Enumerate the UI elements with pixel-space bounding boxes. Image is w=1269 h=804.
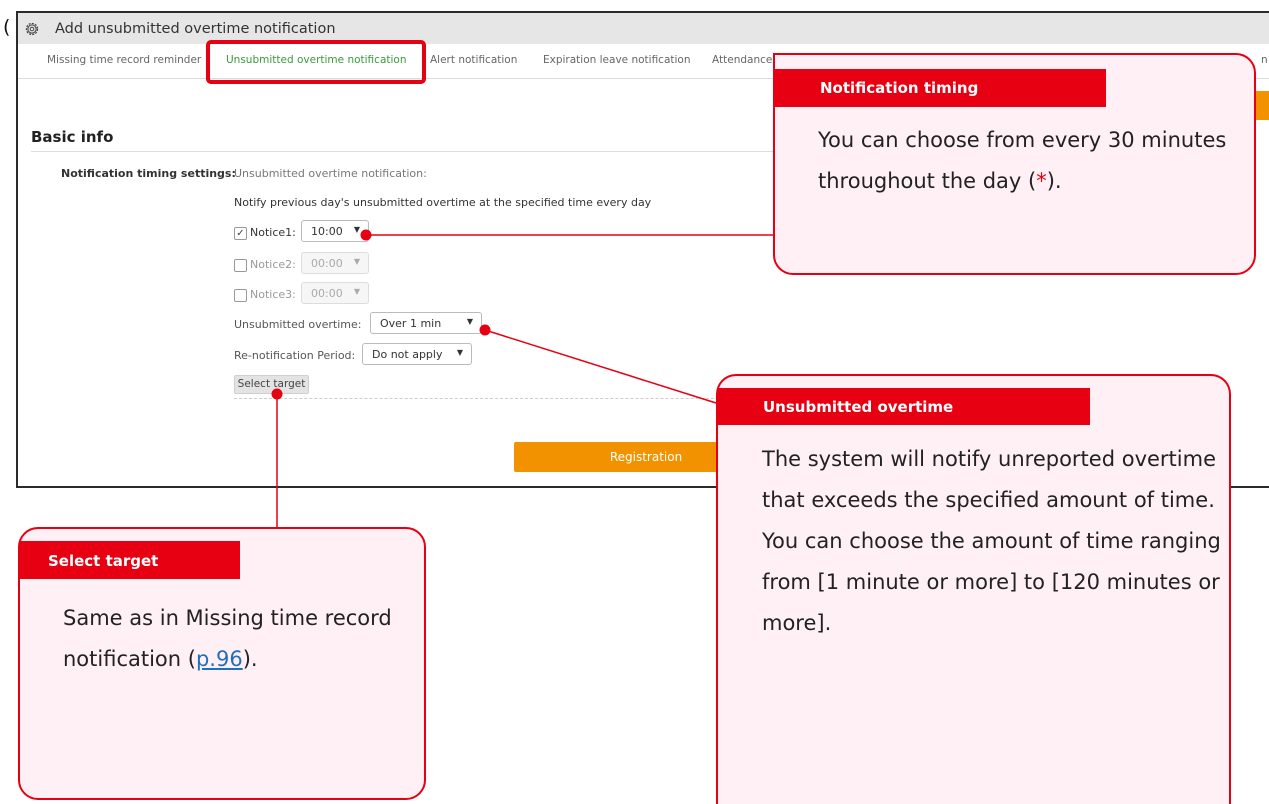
notice3-label: Notice3: — [250, 288, 296, 301]
overtime-threshold-value: Over 1 min — [380, 317, 442, 330]
notice3-time-select[interactable]: 00:00 ▼ — [301, 282, 369, 304]
notice1-checkbox[interactable]: ✓ — [234, 227, 247, 240]
notice2-checkbox[interactable] — [234, 259, 247, 272]
section-title: Basic info — [31, 128, 114, 146]
callout-title: Notification timing — [775, 69, 1106, 107]
callout-select-target: Select target Same as in Missing time re… — [18, 527, 426, 800]
timing-value: Unsubmitted overtime notification: — [234, 167, 427, 180]
notice2-time-select[interactable]: 00:00 ▼ — [301, 252, 369, 274]
gear-icon[interactable] — [23, 20, 41, 38]
tab-missing-time-record[interactable]: Missing time record reminder — [47, 54, 201, 66]
dashed-divider — [234, 398, 794, 399]
callout-text: Same as in Missing time record notificat… — [63, 606, 392, 671]
active-tab-highlight — [206, 40, 426, 84]
window-title: Add unsubmitted overtime notification — [55, 20, 336, 37]
notice1-label: Notice1: — [250, 226, 296, 239]
caret-down-icon: ▼ — [466, 317, 473, 326]
overtime-label: Unsubmitted overtime: — [234, 318, 362, 331]
notice1-time-value: 10:00 — [311, 225, 343, 238]
notice3-time-value: 00:00 — [311, 287, 343, 300]
renotify-label: Re-notification Period: — [234, 349, 356, 362]
title-bar: Add unsubmitted overtime notification — [18, 13, 1269, 44]
callout-unsubmitted-overtime: Unsubmitted overtime The system will not… — [716, 374, 1231, 804]
page-link[interactable]: p.96 — [196, 647, 243, 671]
stray-paren: ( — [3, 16, 11, 38]
tab-attendance[interactable]: Attendance — [712, 54, 772, 66]
tab-alert-notification[interactable]: Alert notification — [430, 54, 517, 66]
callout-title: Select target — [20, 541, 240, 579]
renotify-period-value: Do not apply — [372, 348, 443, 361]
callout-notification-timing: Notification timing You can choose from … — [773, 53, 1256, 275]
tab-expiration-leave[interactable]: Expiration leave notification — [543, 54, 691, 66]
overtime-threshold-select[interactable]: Over 1 min ▼ — [370, 312, 482, 334]
select-target-button[interactable]: Select target — [234, 375, 309, 394]
notice1-time-select[interactable]: 10:00 ▼ — [301, 220, 369, 242]
callout-text: You can choose from every 30 minutes thr… — [818, 128, 1227, 193]
caret-down-icon: ▼ — [353, 287, 360, 296]
tab-overflow[interactable]: n — [1261, 54, 1268, 66]
callout-title: Unsubmitted overtime — [718, 388, 1090, 425]
notify-description: Notify previous day's unsubmitted overti… — [234, 196, 652, 209]
renotify-period-select[interactable]: Do not apply ▼ — [362, 343, 472, 365]
timing-label: Notification timing settings: — [61, 167, 236, 180]
caret-down-icon: ▼ — [353, 257, 360, 266]
notice2-label: Notice2: — [250, 258, 296, 271]
caret-down-icon: ▼ — [456, 348, 463, 357]
notice3-checkbox[interactable] — [234, 289, 247, 302]
callout-text: The system will notify unreported overti… — [762, 447, 1221, 635]
section-divider — [31, 151, 791, 152]
caret-down-icon: ▼ — [353, 225, 360, 234]
notice2-time-value: 00:00 — [311, 257, 343, 270]
